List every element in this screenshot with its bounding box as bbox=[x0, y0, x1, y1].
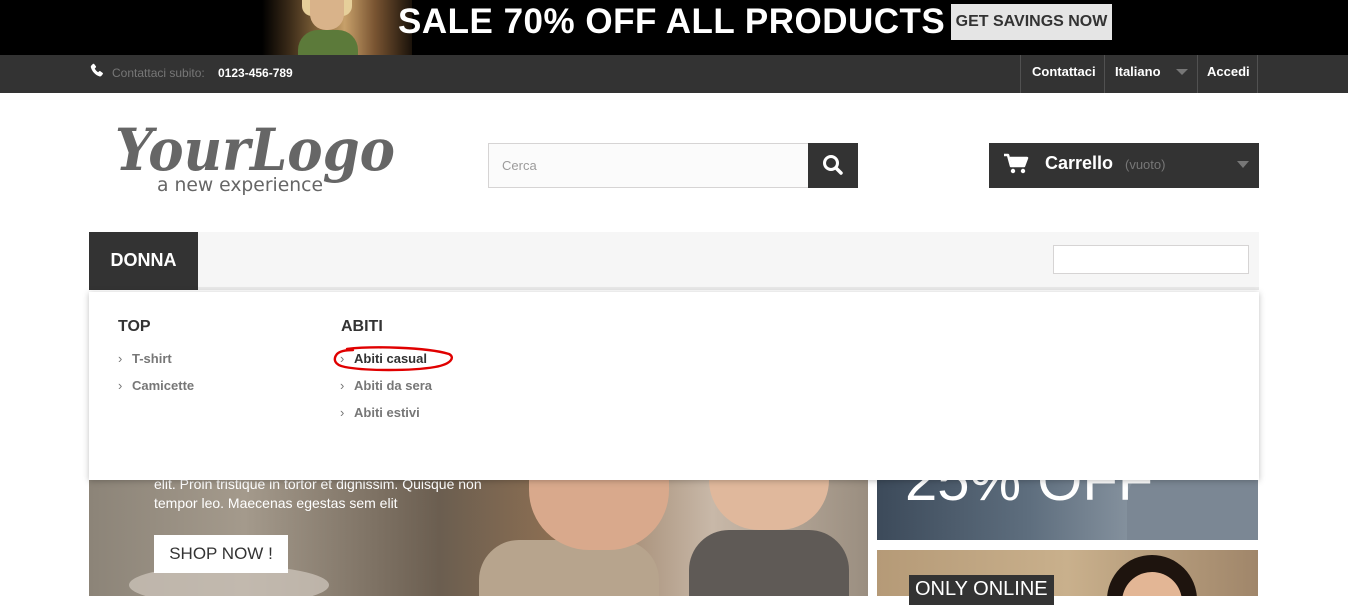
login-link[interactable]: Accedi bbox=[1207, 64, 1250, 79]
menu-search-box[interactable] bbox=[1053, 245, 1249, 274]
caret-down-icon[interactable] bbox=[1237, 161, 1249, 168]
subcategory-abiti-estivi[interactable]: › Abiti estivi bbox=[340, 405, 420, 420]
site-logo[interactable]: YourLogo a new experience bbox=[113, 112, 403, 200]
promo-online-badge: ONLY ONLINE bbox=[909, 575, 1054, 605]
nav-divider bbox=[1104, 55, 1105, 93]
language-selector[interactable]: Italiano bbox=[1115, 64, 1161, 79]
subcategory-tshirt[interactable]: › T-shirt bbox=[118, 351, 172, 366]
sale-headline: SALE 70% OFF ALL PRODUCTS bbox=[398, 2, 946, 41]
cart-status: (vuoto) bbox=[1125, 157, 1166, 172]
category-title-top[interactable]: TOP bbox=[118, 318, 151, 336]
cart-icon bbox=[1004, 153, 1029, 174]
nav-divider bbox=[1257, 55, 1258, 93]
sale-banner[interactable]: SALE 70% OFF ALL PRODUCTS GET SAVINGS NO… bbox=[0, 0, 1348, 55]
nav-divider bbox=[1197, 55, 1198, 93]
nav-contact-link[interactable]: Contattaci bbox=[1032, 64, 1096, 79]
search-input[interactable] bbox=[488, 143, 809, 188]
chevron-right-icon: › bbox=[340, 378, 345, 393]
caret-down-icon[interactable] bbox=[1176, 69, 1188, 75]
menu-item-donna[interactable]: DONNA bbox=[89, 232, 198, 290]
mega-menu-dropdown bbox=[89, 292, 1259, 480]
shop-now-button[interactable]: SHOP NOW ! bbox=[154, 535, 288, 573]
get-savings-button[interactable]: GET SAVINGS NOW bbox=[951, 4, 1112, 40]
contact-label: Contattaci subito: bbox=[112, 66, 205, 80]
logo-tagline: a new experience bbox=[157, 174, 323, 196]
chevron-right-icon: › bbox=[118, 351, 123, 366]
slider-description: elit. Proin tristique in tortor et digni… bbox=[154, 476, 482, 511]
search-button[interactable] bbox=[808, 143, 858, 188]
subcategory-abiti-da-sera[interactable]: › Abiti da sera bbox=[340, 378, 432, 393]
annotation-highlight-circle bbox=[333, 346, 453, 372]
banner-model-image bbox=[262, 0, 412, 55]
nav-divider bbox=[1020, 55, 1021, 93]
category-title-abiti[interactable]: ABITI bbox=[341, 318, 383, 336]
search-icon bbox=[823, 155, 843, 175]
cart-label: Carrello bbox=[1045, 153, 1114, 173]
contact-phone-number: 0123-456-789 bbox=[218, 66, 293, 80]
phone-icon bbox=[90, 63, 103, 77]
chevron-right-icon: › bbox=[340, 405, 345, 420]
chevron-right-icon: › bbox=[118, 378, 123, 393]
cart-button[interactable] bbox=[989, 143, 1259, 188]
subcategory-camicette[interactable]: › Camicette bbox=[118, 378, 194, 393]
